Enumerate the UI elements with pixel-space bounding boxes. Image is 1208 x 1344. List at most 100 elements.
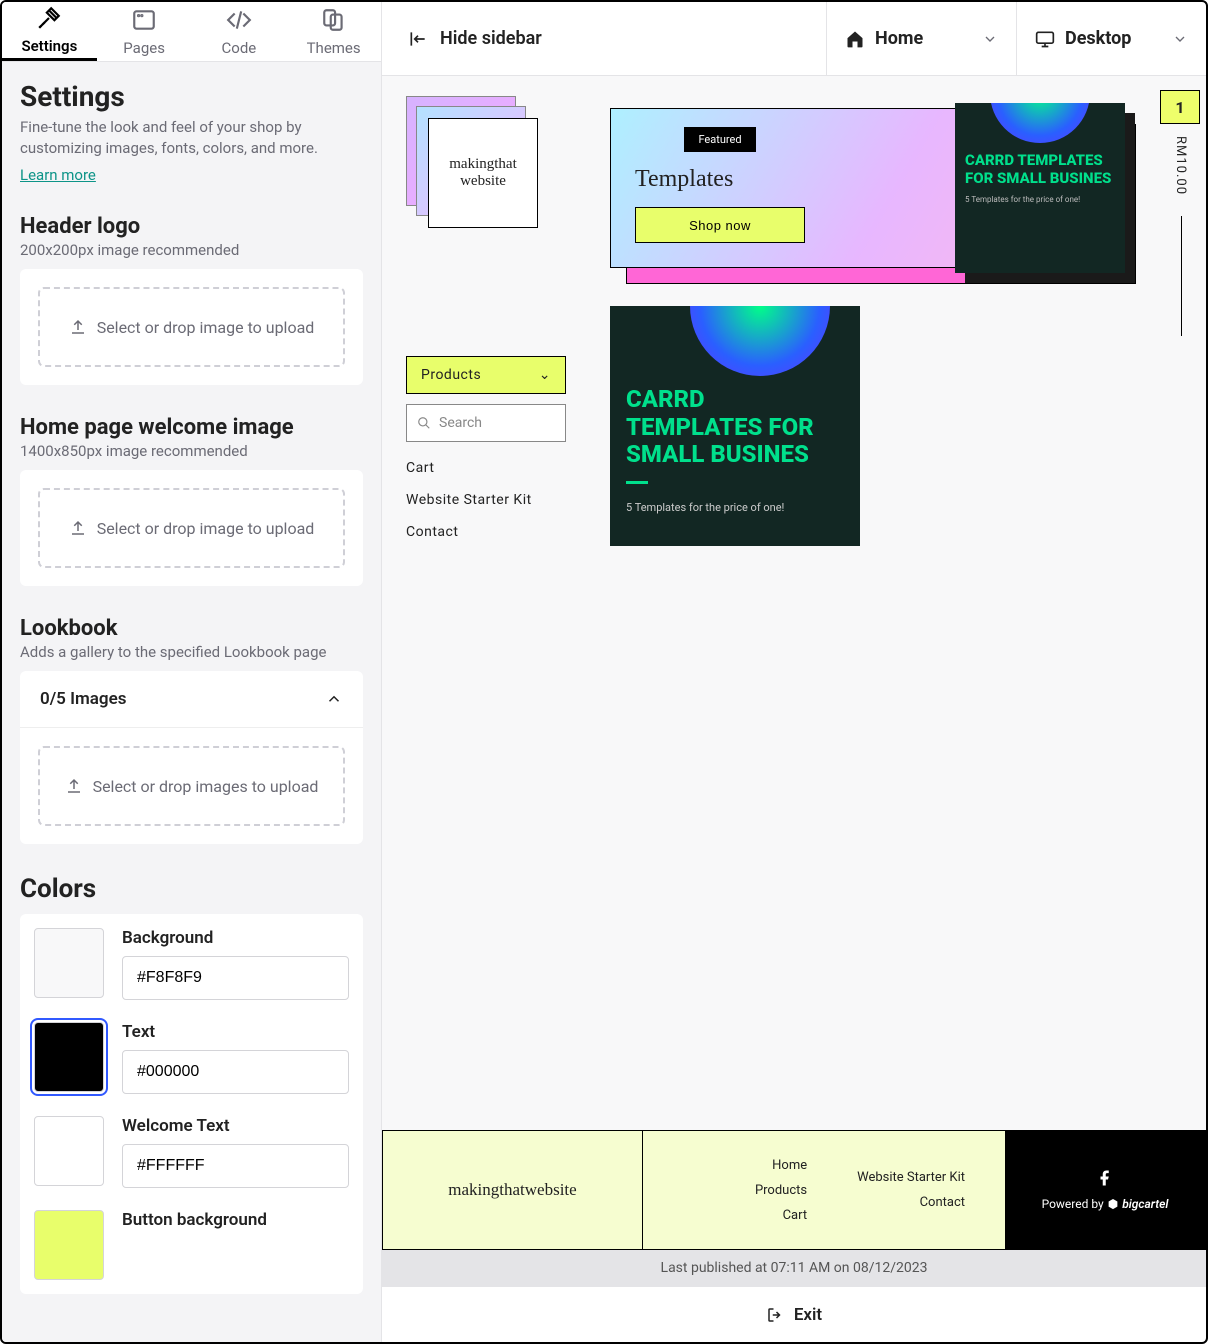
welcome-image-hint: 1400x850px image recommended <box>20 442 363 460</box>
color-item-text: Text <box>34 1022 349 1094</box>
exit-button[interactable]: Exit <box>382 1286 1206 1342</box>
price-label: RM10.00 <box>1173 136 1188 195</box>
swatch-button-bg[interactable] <box>34 1210 104 1280</box>
featured-badge: Featured <box>684 127 755 152</box>
preview-topbar: Hide sidebar Home Desktop <box>382 2 1206 76</box>
publish-status: Last published at 07:11 AM on 08/12/2023 <box>382 1250 1206 1286</box>
hero-image-sub: 5 Templates for the price of one! <box>965 195 1115 205</box>
color-label: Welcome Text <box>122 1116 349 1136</box>
products-dropdown[interactable]: Products ⌄ <box>406 356 566 394</box>
hero-title: Templates <box>635 166 805 193</box>
lookbook-hint: Adds a gallery to the specified Lookbook… <box>20 643 363 661</box>
chevron-down-icon <box>982 31 998 47</box>
collapse-icon <box>408 29 428 49</box>
settings-description: Fine-tune the look and feel of your shop… <box>20 117 363 159</box>
lookbook-title: Lookbook <box>20 616 363 641</box>
home-icon <box>845 29 865 49</box>
product-tile-title: CARRD TEMPLATES FOR SMALL BUSINES <box>626 386 844 469</box>
tab-settings[interactable]: Settings <box>2 2 97 61</box>
hero-image-title: CARRD TEMPLATES FOR SMALL BUSINES <box>965 151 1115 187</box>
swatch-welcome-text[interactable] <box>34 1116 104 1186</box>
brand-label: bigcartel <box>1122 1197 1168 1211</box>
chevron-up-icon <box>325 690 343 708</box>
tab-pages[interactable]: Pages <box>97 2 192 61</box>
desktop-icon <box>1035 29 1055 49</box>
swatch-background[interactable] <box>34 928 104 998</box>
color-input-text[interactable] <box>122 1050 349 1094</box>
product-tile[interactable]: CARRD TEMPLATES FOR SMALL BUSINES 5 Temp… <box>610 306 860 546</box>
color-item-button-bg: Button background <box>34 1210 349 1280</box>
color-input-background[interactable] <box>122 956 349 1000</box>
themes-icon <box>321 7 347 33</box>
footer-link-starter-kit[interactable]: Website Starter Kit <box>857 1170 965 1185</box>
footer-link-contact[interactable]: Contact <box>920 1195 965 1210</box>
page-selector[interactable]: Home <box>826 2 1016 75</box>
code-icon <box>226 7 252 33</box>
settings-panel: Settings Pages Code Themes Settings Fine… <box>2 2 382 1342</box>
welcome-image-title: Home page welcome image <box>20 415 363 440</box>
color-item-background: Background <box>34 928 349 1000</box>
color-label: Button background <box>122 1210 349 1230</box>
upload-icon <box>65 777 83 795</box>
footer-link-home[interactable]: Home <box>772 1158 807 1173</box>
footer-link-cart[interactable]: Cart <box>783 1208 808 1223</box>
upload-label: Select or drop image to upload <box>97 519 315 538</box>
device-selector[interactable]: Desktop <box>1016 2 1206 75</box>
hero-image: CARRD TEMPLATES FOR SMALL BUSINES 5 Temp… <box>955 103 1125 273</box>
tab-code[interactable]: Code <box>192 2 287 61</box>
color-label: Background <box>122 928 349 948</box>
price-divider <box>1181 216 1182 336</box>
logo-preview: makingthat website <box>406 96 546 236</box>
pages-icon <box>131 7 157 33</box>
lookbook-count: 0/5 Images <box>40 689 126 709</box>
welcome-image-upload[interactable]: Select or drop image to upload <box>38 488 345 568</box>
color-label: Text <box>122 1022 349 1042</box>
header-logo-hint: 200x200px image recommended <box>20 241 363 259</box>
cart-badge[interactable]: 1 <box>1160 90 1200 124</box>
tab-themes-label: Themes <box>307 39 361 57</box>
device-selector-label: Desktop <box>1065 28 1131 49</box>
settings-title: Settings <box>20 80 363 113</box>
page-selector-label: Home <box>875 28 923 49</box>
search-icon <box>417 416 431 430</box>
hide-sidebar-button[interactable]: Hide sidebar <box>382 28 826 49</box>
learn-more-link[interactable]: Learn more <box>20 166 96 184</box>
powered-by-label: Powered by <box>1042 1197 1104 1211</box>
search-placeholder: Search <box>439 415 482 431</box>
upload-label: Select or drop image to upload <box>97 318 315 337</box>
exit-label: Exit <box>794 1305 822 1325</box>
header-logo-title: Header logo <box>20 214 363 239</box>
upload-icon <box>69 519 87 537</box>
tab-pages-label: Pages <box>123 39 165 57</box>
chevron-down-icon <box>1172 31 1188 47</box>
logo-text: makingthat website <box>428 118 538 228</box>
lookbook-accordion-toggle[interactable]: 0/5 Images <box>20 671 363 728</box>
colors-title: Colors <box>20 874 363 904</box>
shop-now-button[interactable]: Shop now <box>635 207 805 243</box>
tab-themes[interactable]: Themes <box>286 2 381 61</box>
upload-icon <box>69 318 87 336</box>
lookbook-upload[interactable]: Select or drop images to upload <box>38 746 345 826</box>
editor-tabs: Settings Pages Code Themes <box>2 2 381 62</box>
facebook-icon[interactable] <box>1096 1169 1114 1187</box>
products-label: Products <box>421 367 481 383</box>
header-logo-upload[interactable]: Select or drop image to upload <box>38 287 345 367</box>
bigcartel-icon: ⬢ <box>1108 1197 1118 1211</box>
upload-label: Select or drop images to upload <box>93 777 319 796</box>
settings-icon <box>36 5 62 31</box>
search-input[interactable]: Search <box>406 404 566 442</box>
color-input-welcome-text[interactable] <box>122 1144 349 1188</box>
exit-icon <box>766 1306 784 1324</box>
tab-code-label: Code <box>222 39 257 57</box>
footer-logo: makingthatwebsite <box>383 1131 643 1249</box>
footer-link-products[interactable]: Products <box>755 1183 807 1198</box>
swatch-text[interactable] <box>34 1022 104 1092</box>
product-tile-sub: 5 Templates for the price of one! <box>626 502 844 515</box>
preview-canvas: makingthat website Products ⌄ Search Car… <box>382 76 1206 1250</box>
chevron-down-icon: ⌄ <box>539 367 551 383</box>
color-item-welcome-text: Welcome Text <box>34 1116 349 1188</box>
tab-settings-label: Settings <box>21 37 77 55</box>
hero-banner: Featured Templates Shop now CARRD TEMPLA… <box>610 108 1120 268</box>
hide-sidebar-label: Hide sidebar <box>440 28 542 49</box>
footer-preview: makingthatwebsite Home Products Cart Web… <box>382 1130 1206 1250</box>
